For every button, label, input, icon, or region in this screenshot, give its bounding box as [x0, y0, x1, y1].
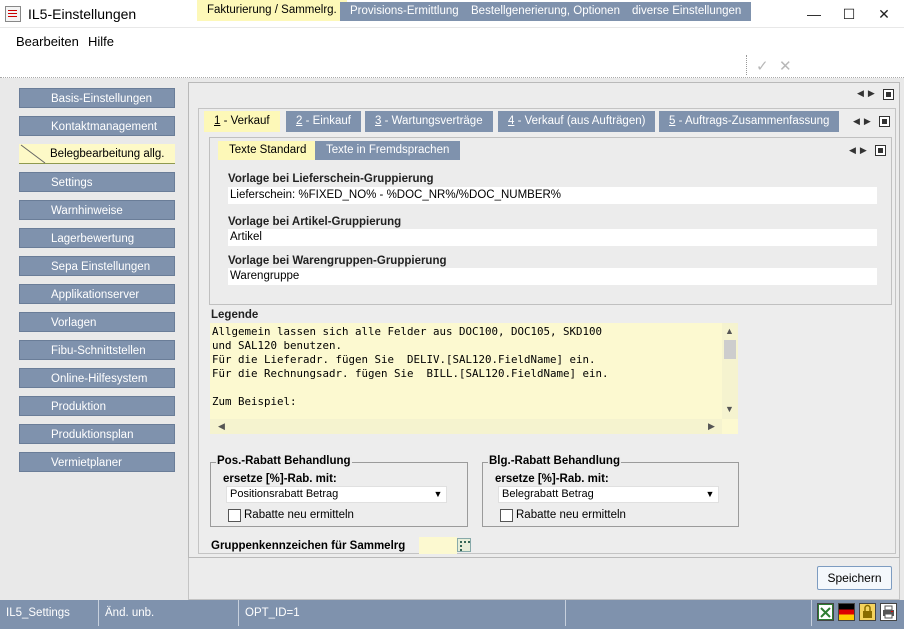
- tab-verkauf[interactable]: 1 - Verkauf: [204, 111, 280, 132]
- sidebar-item-belegbearbeitung[interactable]: Belegbearbeitung allg.: [19, 144, 175, 164]
- confirm-icon[interactable]: ✓: [756, 57, 769, 75]
- sidebar-item-kontaktmanagement[interactable]: Kontaktmanagement: [19, 116, 175, 136]
- menu-hilfe[interactable]: Hilfe: [88, 34, 114, 49]
- delivery-template-input[interactable]: Lieferschein: %FIXED_NO% - %DOC_NR%/%DOC…: [228, 187, 877, 204]
- lock-icon[interactable]: [859, 603, 876, 621]
- legend-hscrollbar[interactable]: ◀ ▶: [210, 419, 722, 434]
- pos-rabatt-replace-label: ersetze [%]-Rab. mit:: [223, 473, 337, 485]
- sidebar-item-lagerbewertung[interactable]: Lagerbewertung: [19, 228, 175, 248]
- blg-rabatt-title: Blg.-Rabatt Behandlung: [488, 455, 621, 467]
- scroll-left-icon[interactable]: ◀: [218, 421, 225, 432]
- sidebar-item-online-hilfe[interactable]: Online-Hilfesystem: [19, 368, 175, 388]
- tab-scroll-arrows[interactable]: ◀▶: [857, 88, 879, 99]
- button-area: [188, 558, 900, 600]
- texttab-list-icon[interactable]: [875, 145, 886, 156]
- cancel-icon[interactable]: ✕: [779, 57, 792, 75]
- lookup-icon[interactable]: [457, 538, 471, 552]
- sidebar-item-settings[interactable]: Settings: [19, 172, 175, 192]
- status-form: IL5_Settings: [0, 600, 99, 626]
- tab-texte-standard[interactable]: Texte Standard: [218, 141, 318, 160]
- pos-rabatt-checkbox[interactable]: [228, 509, 241, 522]
- minimize-button[interactable]: —: [796, 0, 832, 28]
- sidebar-item-vorlagen[interactable]: Vorlagen: [19, 312, 175, 332]
- status-empty: [566, 600, 812, 626]
- menu-bar: Bearbeiten Hilfe ✓ ✕: [0, 28, 904, 78]
- article-template-input[interactable]: Artikel: [228, 229, 877, 246]
- close-button[interactable]: ✕: [866, 0, 902, 28]
- blg-rabatt-select-value: Belegrabatt Betrag: [502, 488, 594, 500]
- pos-rabatt-checkbox-label: Rabatte neu ermitteln: [244, 509, 354, 521]
- tab-texte-fremdsprachen[interactable]: Texte in Fremdsprachen: [315, 141, 461, 160]
- sidebar-item-basis-einstellungen[interactable]: Basis-Einstellungen: [19, 88, 175, 108]
- status-changes: Änd. unb.: [99, 600, 239, 626]
- sidebar-item-sepa[interactable]: Sepa Einstellungen: [19, 256, 175, 276]
- blg-rabatt-replace-label: ersetze [%]-Rab. mit:: [495, 473, 609, 485]
- scroll-up-icon[interactable]: ▲: [725, 326, 734, 336]
- status-bar: IL5_Settings Änd. unb. OPT_ID=1: [0, 600, 904, 629]
- sidebar-item-produktion[interactable]: Produktion: [19, 396, 175, 416]
- texttab-scroll-arrows[interactable]: ◀▶: [849, 145, 871, 156]
- tab-fakturierung[interactable]: Fakturierung / Sammelrg.: [197, 0, 347, 21]
- blg-rabatt-checkbox[interactable]: [500, 509, 513, 522]
- sidebar-item-fibu[interactable]: Fibu-Schnittstellen: [19, 340, 175, 360]
- sidebar-item-vermietplaner[interactable]: Vermietplaner: [19, 452, 175, 472]
- printer-icon[interactable]: [880, 603, 897, 621]
- tab-einkauf[interactable]: 2 - Einkauf: [286, 111, 361, 132]
- gruppenkennzeichen-label: Gruppenkennzeichen für Sammelrg: [211, 540, 406, 552]
- status-opt-id: OPT_ID=1: [239, 600, 566, 626]
- chevron-down-icon[interactable]: ▼: [702, 487, 718, 502]
- tab-provisions[interactable]: Provisions-Ermittlung: [340, 2, 469, 21]
- subtab-list-icon[interactable]: [879, 116, 890, 127]
- pos-rabatt-title: Pos.-Rabatt Behandlung: [216, 455, 352, 467]
- gruppenkennzeichen-input[interactable]: [419, 537, 457, 554]
- article-template-label: Vorlage bei Artikel-Gruppierung: [228, 216, 402, 228]
- group-template-input[interactable]: Warengruppe: [228, 268, 877, 285]
- window-title: IL5-Einstellungen: [28, 6, 137, 22]
- group-template-label: Vorlage bei Warengruppen-Gruppierung: [228, 255, 447, 267]
- scroll-thumb[interactable]: [724, 340, 736, 359]
- app-icon: [5, 6, 21, 22]
- sidebar-item-produktionsplan[interactable]: Produktionsplan: [19, 424, 175, 444]
- tab-diverse[interactable]: diverse Einstellungen: [622, 2, 752, 21]
- sidebar-item-warnhinweise[interactable]: Warnhinweise: [19, 200, 175, 220]
- tab-wartungsvertraege[interactable]: 3 - Wartungsverträge: [365, 111, 493, 132]
- scroll-right-icon[interactable]: ▶: [708, 421, 715, 432]
- pos-rabatt-group: Pos.-Rabatt Behandlung ersetze [%]-Rab. …: [210, 455, 468, 527]
- scroll-down-icon[interactable]: ▼: [725, 404, 734, 414]
- legend-label: Legende: [211, 309, 259, 321]
- tab-auftrags-zusammenfassung[interactable]: 5 - Auftrags-Zusammenfassung: [659, 111, 840, 132]
- flag-de-icon[interactable]: [838, 603, 855, 621]
- save-button[interactable]: Speichern: [817, 566, 892, 590]
- blg-rabatt-select[interactable]: Belegrabatt Betrag ▼: [498, 486, 719, 503]
- blg-rabatt-group: Blg.-Rabatt Behandlung ersetze [%]-Rab. …: [482, 455, 739, 527]
- delivery-template-label: Vorlage bei Lieferschein-Gruppierung: [228, 173, 434, 185]
- subtab-scroll-arrows[interactable]: ◀▶: [853, 116, 875, 127]
- legend-vscrollbar[interactable]: ▲ ▼: [722, 323, 738, 419]
- sidebar-item-applikationserver[interactable]: Applikationserver: [19, 284, 175, 304]
- maximize-button[interactable]: ☐: [831, 0, 867, 28]
- sidebar-item-label: Belegbearbeitung allg.: [50, 148, 165, 160]
- pos-rabatt-select-value: Positionsrabatt Betrag: [230, 488, 339, 500]
- chevron-down-icon[interactable]: ▼: [430, 487, 446, 502]
- pos-rabatt-select[interactable]: Positionsrabatt Betrag ▼: [226, 486, 447, 503]
- legend-text: Allgemein lassen sich alle Felder aus DO…: [212, 325, 609, 408]
- toolbar-separator: [746, 55, 747, 75]
- menu-bearbeiten[interactable]: Bearbeiten: [16, 34, 79, 49]
- active-marker-icon: [20, 144, 46, 164]
- tab-verkauf-auftraege[interactable]: 4 - Verkauf (aus Aufträgen): [498, 111, 656, 132]
- blg-rabatt-checkbox-label: Rabatte neu ermitteln: [516, 509, 626, 521]
- legend-textarea[interactable]: Allgemein lassen sich alle Felder aus DO…: [210, 323, 738, 434]
- tab-list-icon[interactable]: [883, 89, 894, 100]
- tab-bestellgenerierung[interactable]: Bestellgenerierung, Optionen: [461, 2, 630, 21]
- excel-icon[interactable]: [817, 603, 834, 621]
